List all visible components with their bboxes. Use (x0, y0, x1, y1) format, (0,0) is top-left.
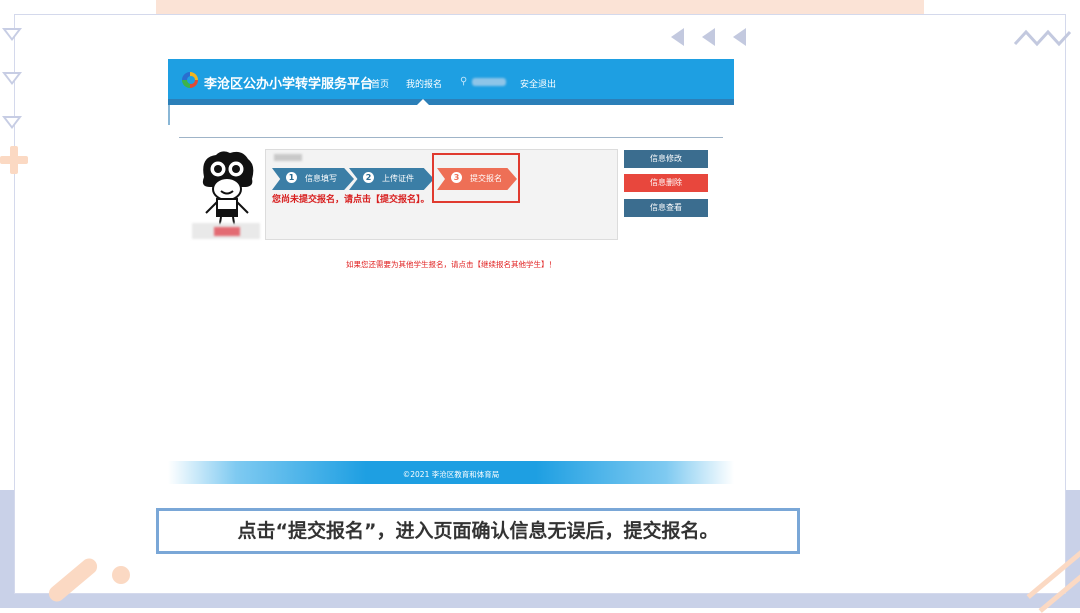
student-name-redacted (274, 154, 302, 161)
triangle-decor-icon (2, 28, 22, 41)
user-icon: ⚲ (460, 76, 468, 87)
nav-home[interactable]: 首页 (371, 77, 389, 90)
step-label: 上传证件 (382, 174, 414, 183)
nav-my-registration[interactable]: 我的报名 (406, 77, 442, 90)
content-divider (179, 137, 723, 138)
registration-info-panel: 1 信息填写 2 上传证件 3 提交报名 您尚未提交报名，请点击【提交报名】。 (265, 149, 618, 240)
top-nav-bar: 李沧区公办小学转学服务平台 首页 我的报名 ⚲ 安全退出 (168, 59, 734, 105)
not-submitted-notice: 您尚未提交报名，请点击【提交报名】。 (272, 195, 430, 205)
zigzag-decor-icon (1014, 29, 1072, 47)
step-fill-info[interactable]: 1 信息填写 (272, 168, 354, 190)
triangle-decor-icon (2, 116, 22, 129)
avatar-name-redacted-mark (214, 227, 240, 236)
register-another-hint[interactable]: 如果您还需要为其他学生报名，请点击【继续报名其他学生】！ (168, 259, 734, 270)
site-footer: ©2021 李沧区教育和体育局 (168, 461, 734, 484)
site-title: 李沧区公办小学转学服务平台 (204, 77, 374, 92)
instruction-caption: 点击“提交报名”，进入页面确认信息无误后，提交报名。 (237, 520, 719, 542)
step-number: 2 (363, 172, 374, 183)
arrow-decor-icon (671, 28, 684, 46)
instruction-caption-box: 点击“提交报名”，进入页面确认信息无误后，提交报名。 (156, 508, 800, 554)
modify-info-button[interactable]: 信息修改 (624, 150, 708, 168)
site-logo-icon (182, 72, 198, 88)
step-label: 信息填写 (305, 174, 337, 183)
nav-logout[interactable]: 安全退出 (520, 77, 556, 90)
top-decor-band (156, 0, 924, 14)
web-screenshot: 李沧区公办小学转学服务平台 首页 我的报名 ⚲ 安全退出 1 信息填写 2 上传证件 (168, 59, 734, 484)
view-info-button[interactable]: 信息查看 (624, 199, 708, 217)
triangle-decor-icon (2, 72, 22, 85)
dot-decor (112, 566, 130, 584)
arrow-decor-icon (702, 28, 715, 46)
step-upload-documents[interactable]: 2 上传证件 (349, 168, 434, 190)
left-edge (168, 105, 170, 125)
username-redacted (472, 78, 506, 86)
arrow-decor-icon (733, 28, 746, 46)
footer-copyright: ©2021 李沧区教育和体育局 (402, 470, 500, 479)
submit-highlight-box (432, 153, 520, 203)
delete-info-button[interactable]: 信息删除 (624, 174, 708, 192)
nav-underline (168, 99, 734, 105)
step-number: 1 (286, 172, 297, 183)
active-tab-indicator (417, 99, 429, 105)
plus-decor-icon (10, 146, 18, 174)
